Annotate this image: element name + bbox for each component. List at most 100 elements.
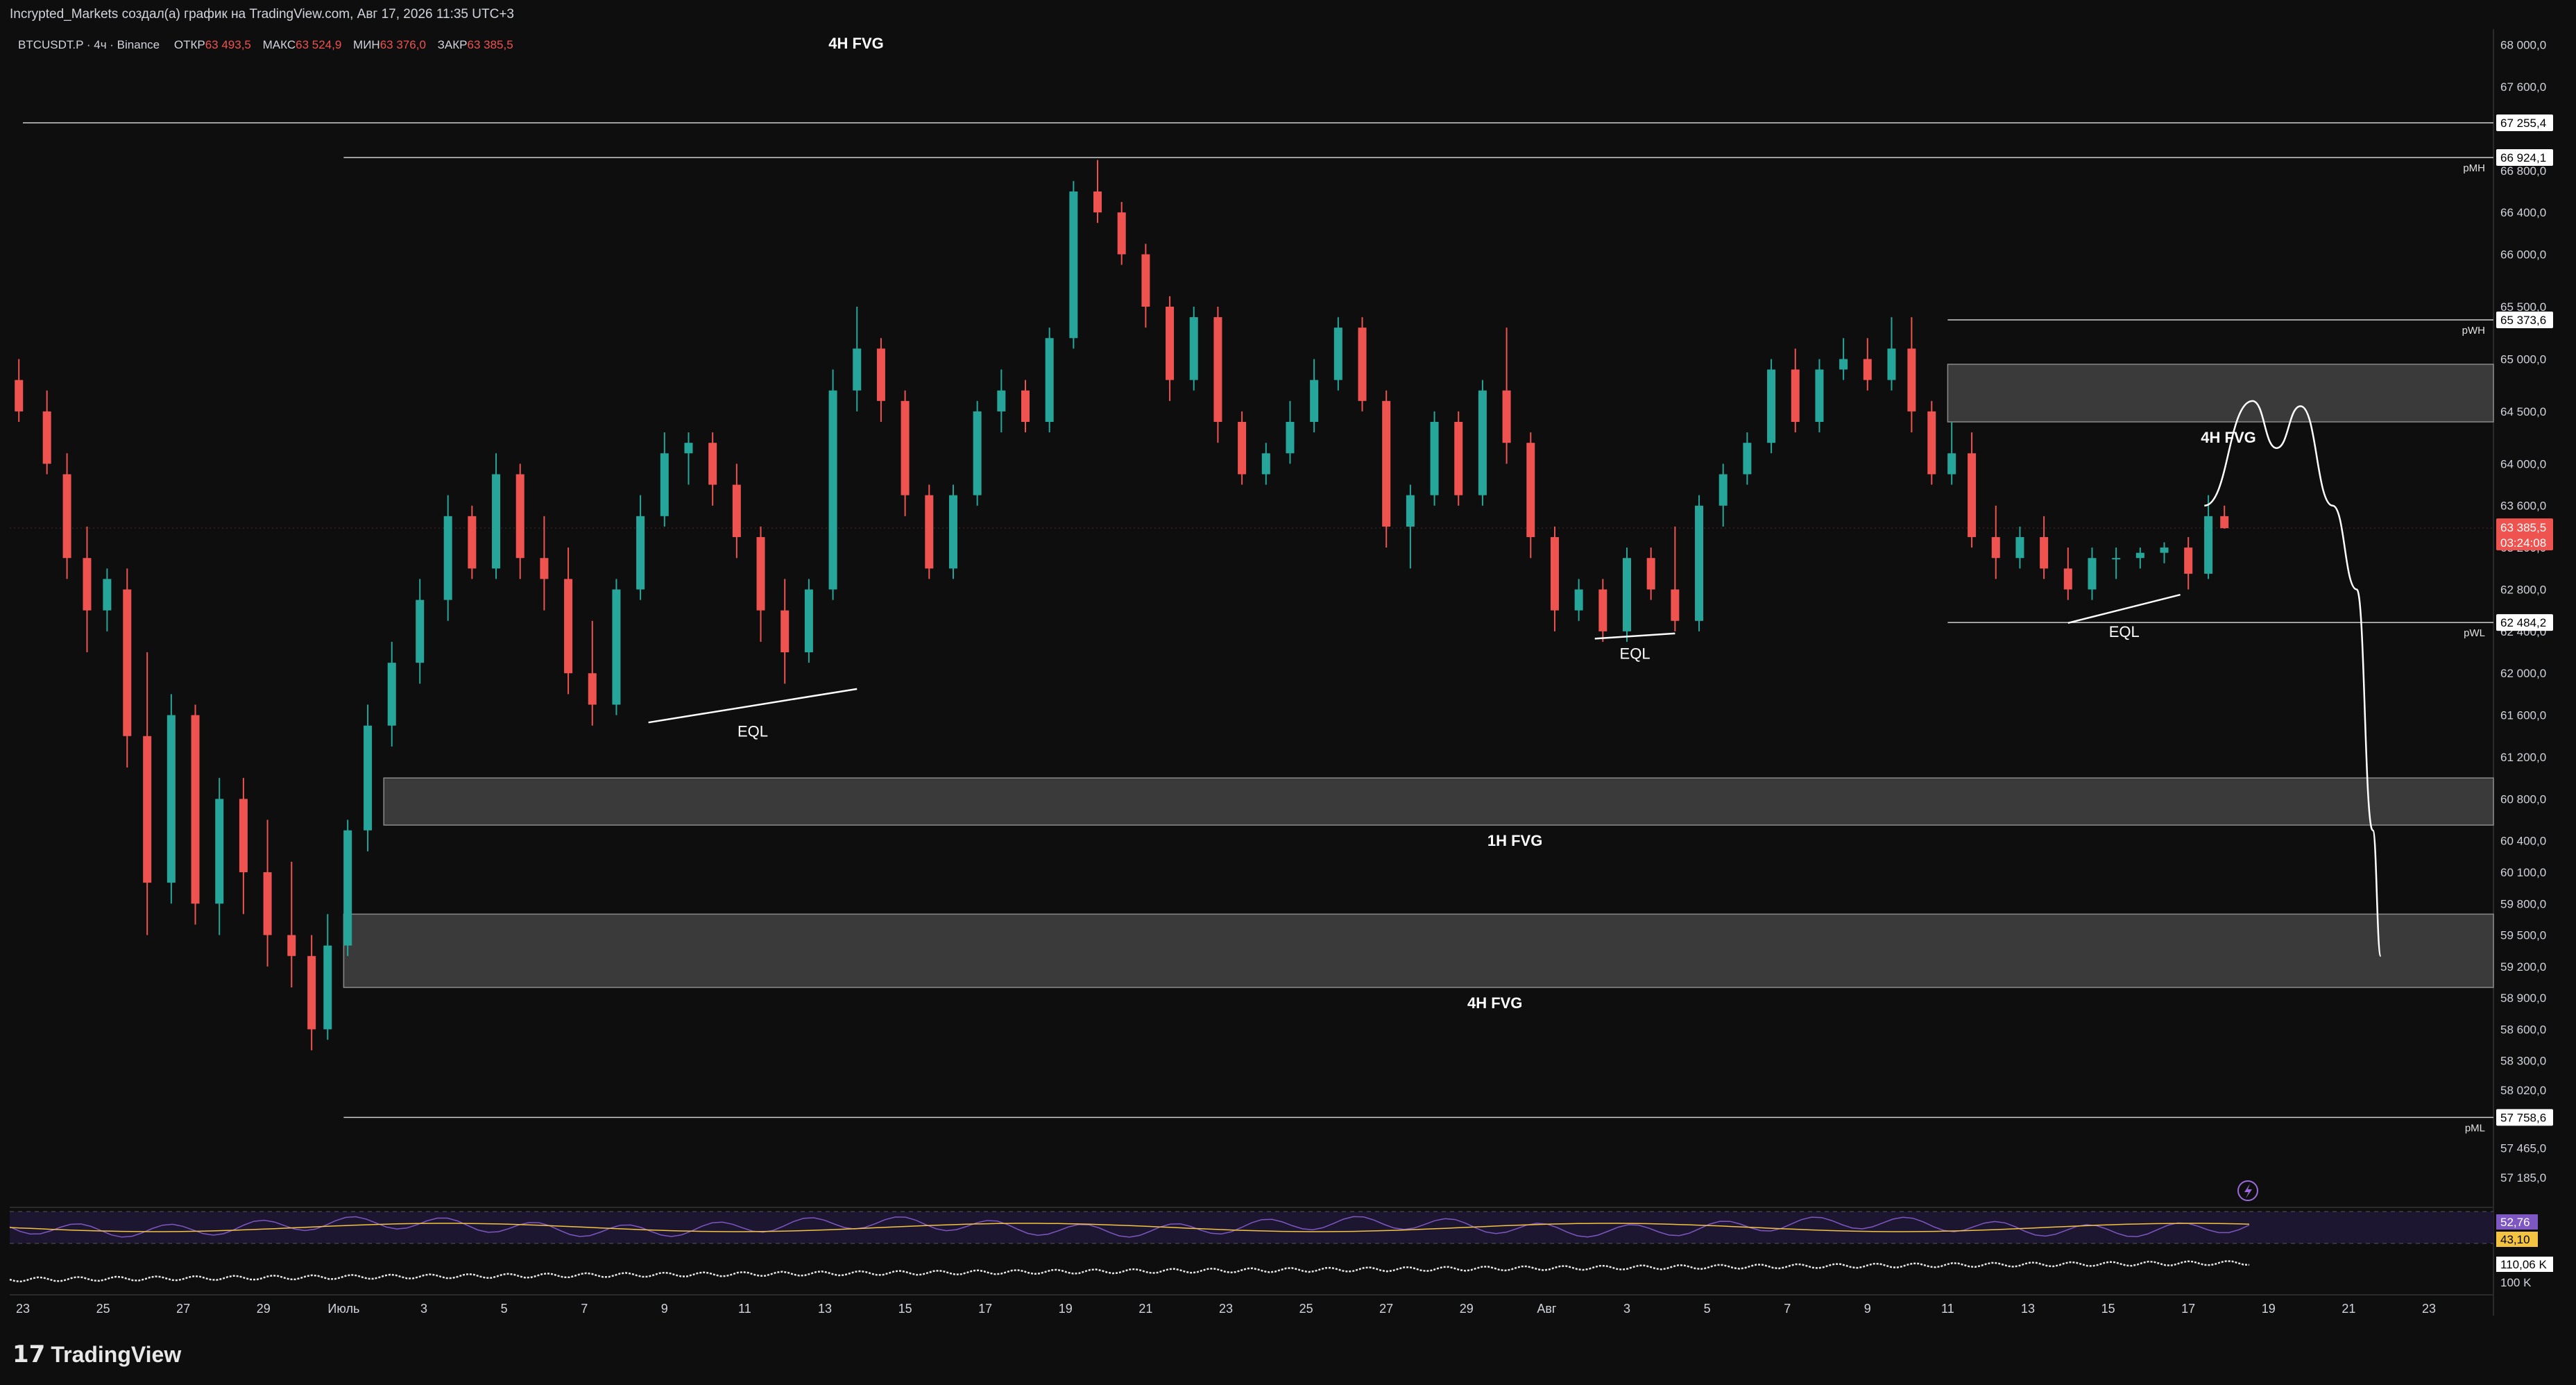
price-tag-label: 67 255,4 bbox=[2500, 117, 2546, 130]
x-tick-label: 23 bbox=[2422, 1302, 2436, 1316]
fvg-zone-label: 1H FVG bbox=[1487, 832, 1542, 849]
candle-body bbox=[1261, 453, 1270, 475]
time-axis[interactable]: 23 25 27 29 Июль 3 5 7 9 11 13 15 17 19 21 23 25 27 29 Авг 3… bbox=[16, 1302, 2436, 1316]
candle-body bbox=[1598, 589, 1607, 631]
candle-body bbox=[804, 589, 813, 653]
level-label: pWH bbox=[2462, 325, 2485, 337]
price-tag-label: 62 484,2 bbox=[2500, 616, 2546, 629]
eql-label: EQL bbox=[737, 722, 768, 740]
legend-low-label: МИН bbox=[353, 38, 380, 51]
candle-body bbox=[901, 400, 910, 495]
candle-body bbox=[588, 673, 597, 705]
candle-body bbox=[1574, 589, 1583, 611]
chart[interactable]: 4H FVG 1H FVG 4H FVG pMH pWH pWL pML EQL EQL EQ… bbox=[0, 0, 2576, 1385]
x-tick-label: Июль bbox=[327, 1302, 359, 1316]
volume-scale: 100 K bbox=[2500, 1276, 2532, 1289]
candle-body bbox=[492, 474, 501, 569]
candle-body bbox=[103, 579, 112, 611]
candle-body bbox=[1141, 254, 1150, 307]
x-tick-label: 17 bbox=[2181, 1302, 2195, 1316]
legend-symbol: BTCUSDT.P · 4ч · Binance bbox=[18, 38, 160, 51]
candle-body bbox=[1743, 443, 1752, 475]
candle-body bbox=[1718, 474, 1728, 506]
candle-body bbox=[2088, 558, 2097, 590]
x-tick-label: 19 bbox=[1059, 1302, 1073, 1316]
candle-body bbox=[2204, 516, 2213, 574]
x-tick-label: 23 bbox=[1219, 1302, 1233, 1316]
y-tick-label: 68 000,0 bbox=[2500, 39, 2546, 52]
candle-body bbox=[1213, 317, 1222, 422]
candle-body bbox=[287, 935, 296, 956]
candle-body bbox=[416, 600, 425, 663]
candle-body bbox=[123, 589, 132, 736]
x-tick-label: 27 bbox=[1379, 1302, 1393, 1316]
current-price-label: 63 385,5 bbox=[2500, 521, 2546, 534]
candle-body bbox=[1968, 453, 1977, 538]
candle-body bbox=[1310, 380, 1319, 422]
x-tick-label: 3 bbox=[420, 1302, 427, 1316]
candle-body bbox=[564, 579, 573, 674]
indicator-panes: 52,76 43,10 110,06 K 100 K bbox=[9, 1211, 2553, 1289]
candle-body bbox=[215, 799, 224, 904]
y-tick-label: 60 400,0 bbox=[2500, 835, 2546, 848]
rsi-value: 52,76 bbox=[2500, 1216, 2530, 1229]
candle-body bbox=[2112, 558, 2121, 560]
candle-body bbox=[364, 725, 373, 831]
candle-body bbox=[443, 516, 452, 600]
y-tick-label: 57 185,0 bbox=[2500, 1171, 2546, 1184]
price-tag-label: 65 373,6 bbox=[2500, 314, 2546, 327]
candle-body bbox=[1406, 495, 1415, 527]
candle-body bbox=[2160, 547, 2169, 553]
candle-body bbox=[1671, 589, 1680, 621]
candle-body bbox=[263, 872, 272, 935]
x-tick-label: 5 bbox=[501, 1302, 508, 1316]
x-tick-label: 29 bbox=[1460, 1302, 1474, 1316]
candle-body bbox=[1907, 348, 1916, 411]
legend-close-value: 63 385,5 bbox=[468, 38, 513, 51]
candle-body bbox=[1093, 191, 1102, 213]
candle-body bbox=[1791, 369, 1800, 422]
volume-value: 110,06 K bbox=[2500, 1258, 2547, 1271]
candle-body bbox=[2015, 537, 2024, 559]
candle-body bbox=[1238, 422, 1247, 475]
x-tick-label: 15 bbox=[2101, 1302, 2115, 1316]
x-tick-label: 25 bbox=[96, 1302, 110, 1316]
legend-high-value: 63 524,9 bbox=[296, 38, 341, 51]
price-tags: 67 255,4 66 924,1 65 373,6 62 484,2 57 758,6… bbox=[2496, 114, 2553, 1126]
candle-body bbox=[1767, 369, 1776, 443]
candle-body bbox=[708, 443, 717, 485]
candle-body bbox=[515, 474, 524, 559]
y-tick-label: 58 020,0 bbox=[2500, 1084, 2546, 1097]
candle-body bbox=[853, 348, 862, 391]
candle-body bbox=[1382, 400, 1391, 527]
candle-body bbox=[1069, 191, 1078, 339]
candle-body bbox=[1927, 411, 1936, 475]
candle-body bbox=[997, 390, 1006, 411]
candle-body bbox=[2135, 552, 2144, 559]
candle-body bbox=[2184, 547, 2193, 574]
y-tick-label: 66 000,0 bbox=[2500, 248, 2546, 262]
rsi-ma-value: 43,10 bbox=[2500, 1233, 2530, 1246]
fvg-zone bbox=[343, 913, 2494, 988]
legend[interactable]: BTCUSDT.P · 4ч · Binance ОТКР63 493,5 МА… bbox=[18, 38, 513, 51]
candle-body bbox=[1286, 422, 1295, 454]
legend-low-value: 63 376,0 bbox=[380, 38, 426, 51]
x-tick-label: 19 bbox=[2262, 1302, 2276, 1316]
plot-area[interactable] bbox=[10, 29, 2493, 1207]
y-tick-label: 63 600,0 bbox=[2500, 500, 2546, 513]
x-tick-label: 21 bbox=[1138, 1302, 1152, 1316]
brand-name: TradingView bbox=[51, 1341, 182, 1367]
y-tick-label: 64 000,0 bbox=[2500, 457, 2546, 470]
y-tick-label: 60 800,0 bbox=[2500, 792, 2546, 806]
level-label: pMH bbox=[2463, 162, 2485, 174]
tradingview-brand[interactable]: 17 TradingView bbox=[12, 1341, 181, 1368]
x-tick-label: 13 bbox=[2021, 1302, 2035, 1316]
price-axis[interactable]: 68 000,0 67 600,0 66 800,0 66 400,0 66 000,0… bbox=[2500, 39, 2546, 1184]
legend-open-label: ОТКР bbox=[174, 38, 205, 51]
y-tick-label: 64 500,0 bbox=[2500, 405, 2546, 418]
candle-body bbox=[2220, 516, 2229, 529]
candle-body bbox=[1695, 505, 1704, 621]
x-tick-label: 23 bbox=[16, 1302, 30, 1316]
candle-body bbox=[191, 715, 200, 904]
candle-body bbox=[1887, 348, 1896, 380]
